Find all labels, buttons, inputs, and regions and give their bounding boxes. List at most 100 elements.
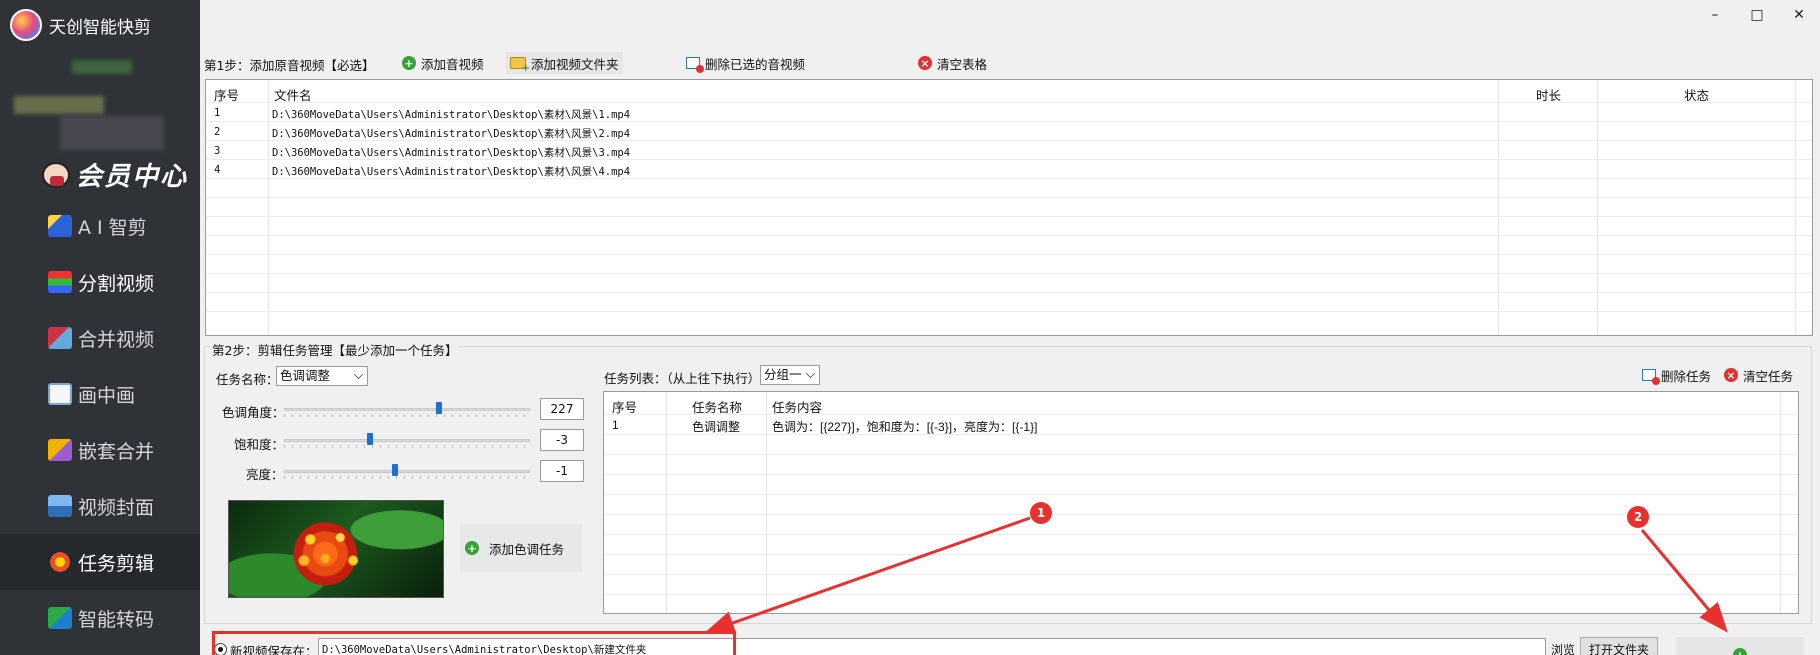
clear-table-label: 清空表格 (937, 56, 988, 72)
sidebar-item-nested-merge[interactable]: 嵌套合并 (0, 422, 200, 478)
sidebar-item-label: 嵌套合并 (78, 440, 155, 463)
clear-tasks-button[interactable]: × 清空任务 (1720, 364, 1797, 386)
step1-label: 第1步：添加原音视频【必选】 (204, 58, 375, 73)
saturation-slider[interactable] (284, 432, 530, 448)
delete-selected-button[interactable]: 删除已选的音视频 (682, 52, 809, 74)
redacted-username (14, 96, 104, 114)
browse-button[interactable]: 浏览 (1548, 637, 1578, 655)
annotation-badge-2: 2 (1627, 506, 1649, 528)
sidebar-item-merge-video[interactable]: 合并视频 (0, 310, 200, 366)
add-icon: + (402, 56, 416, 70)
row-index: 2 (214, 126, 221, 138)
transcode-icon (48, 607, 72, 629)
sidebar-item-label: 视频封面 (78, 496, 155, 519)
clear-x-icon: × (918, 56, 932, 70)
hue-label: 色调角度： (222, 405, 285, 420)
slider-ticks (284, 414, 530, 417)
column-header-duration[interactable]: 时长 (1536, 85, 1561, 104)
slider-track (284, 439, 530, 442)
column-header-index[interactable]: 序号 (612, 397, 637, 416)
clear-tasks-label: 清空任务 (1743, 368, 1794, 384)
task-list-label: 任务列表：（从上往下执行） (604, 371, 761, 386)
clear-table-button[interactable]: × 清空表格 (914, 52, 991, 74)
sidebar-item-task-edit[interactable]: 任务剪辑 (0, 534, 200, 590)
delete-selected-label: 删除已选的音视频 (705, 56, 806, 72)
hue-slider[interactable] (284, 401, 530, 417)
row-filename: D:\360MoveData\Users\Administrator\Deskt… (272, 128, 631, 140)
add-icon: + (465, 541, 479, 555)
sidebar-item-video-cover[interactable]: 视频封面 (0, 478, 200, 534)
saturation-label: 饱和度： (234, 437, 285, 452)
sidebar: 天创智能快剪 会员中心 A I 智剪 分割视频 合并视频 画中画 嵌套合并 视频… (0, 0, 200, 655)
minimize-button[interactable]: – (1700, 4, 1730, 26)
close-button[interactable]: ✕ (1784, 4, 1814, 26)
add-audio-video-label: 添加音视频 (421, 56, 484, 72)
task-table[interactable]: 序号 任务名称 任务内容 1 色调调整 色调为：[{227}]，饱和度为：[{-… (603, 391, 1799, 614)
nested-merge-icon (48, 439, 72, 461)
merge-video-icon (48, 327, 72, 349)
start-button[interactable]: + (1676, 637, 1804, 655)
picture-in-picture-icon (48, 383, 72, 405)
group-select[interactable]: 分组一 (760, 365, 820, 385)
sidebar-item-picture-in-picture[interactable]: 画中画 (0, 366, 200, 422)
clear-x-icon: × (1724, 368, 1738, 382)
saturation-value-field[interactable]: -3 (540, 429, 584, 451)
column-header-filename[interactable]: 文件名 (274, 85, 312, 104)
brightness-value-field[interactable]: -1 (540, 460, 584, 482)
row-index: 4 (214, 164, 221, 176)
maximize-button[interactable]: □ (1742, 4, 1772, 26)
sidebar-item-label: 合并视频 (78, 328, 155, 351)
add-video-folder-button[interactable]: 添加视频文件夹 (506, 52, 623, 74)
add-color-task-button[interactable]: + 添加色调任务 (460, 524, 582, 572)
annotation-badge-1: 1 (1030, 502, 1052, 524)
split-video-icon (48, 271, 72, 293)
flower-image (229, 501, 443, 597)
sidebar-item-transcode[interactable]: 智能转码 (0, 590, 200, 646)
brightness-slider[interactable] (284, 463, 530, 479)
task-index: 1 (612, 418, 619, 432)
delete-task-button[interactable]: 删除任务 (1638, 364, 1715, 386)
row-filename: D:\360MoveData\Users\Administrator\Deskt… (272, 166, 631, 178)
delete-doc-icon (686, 57, 704, 73)
sidebar-item-split-video[interactable]: 分割视频 (0, 254, 200, 310)
hue-value-field[interactable]: 227 (540, 398, 584, 420)
ai-cut-icon (48, 215, 72, 237)
member-center[interactable]: 会员中心 (42, 156, 188, 193)
step2-label: 第2步：剪辑任务管理【最少添加一个任务】 (210, 340, 460, 359)
slider-track (284, 408, 530, 411)
task-name-value: 色调调整 (280, 368, 331, 383)
file-table[interactable]: 序号 文件名 时长 状态 1 D:\360MoveData\Users\Admi… (205, 79, 1813, 336)
column-header-status[interactable]: 状态 (1684, 85, 1709, 104)
folder-add-icon (510, 57, 530, 74)
sidebar-item-label: A I 智剪 (78, 216, 147, 239)
add-audio-video-button[interactable]: + 添加音视频 (398, 52, 488, 74)
column-header-task-name[interactable]: 任务名称 (692, 397, 742, 416)
sidebar-item-label: 任务剪辑 (78, 552, 155, 575)
column-header-task-content[interactable]: 任务内容 (772, 397, 822, 416)
save-location-highlight (212, 631, 736, 655)
slider-thumb[interactable] (435, 402, 442, 414)
task-content: 色调为：[{227}]，饱和度为：[{-3}]，亮度为：[{-1}] (772, 420, 1038, 434)
brightness-label: 亮度： (246, 467, 284, 482)
member-icon (42, 161, 70, 188)
app-header: 天创智能快剪 (0, 0, 200, 50)
row-index: 3 (214, 145, 221, 157)
add-color-task-label: 添加色调任务 (489, 541, 565, 557)
column-header-index[interactable]: 序号 (214, 85, 239, 104)
slider-track (284, 470, 530, 473)
sidebar-item-label: 分割视频 (78, 272, 155, 295)
redacted-avatar (72, 60, 132, 74)
slider-thumb[interactable] (367, 433, 374, 445)
slider-thumb[interactable] (391, 464, 398, 476)
chevron-down-icon (806, 369, 815, 378)
row-index: 1 (214, 107, 221, 119)
add-video-folder-label: 添加视频文件夹 (531, 56, 619, 72)
video-cover-icon (48, 495, 72, 517)
app-title: 天创智能快剪 (49, 17, 151, 38)
slider-ticks (284, 476, 530, 479)
preview-image (228, 500, 444, 598)
task-name-select[interactable]: 色调调整 (276, 366, 368, 386)
open-folder-button[interactable]: 打开文件夹 (1580, 637, 1658, 655)
sidebar-item-ai-cut[interactable]: A I 智剪 (0, 198, 200, 254)
task-name: 色调调整 (692, 420, 741, 434)
